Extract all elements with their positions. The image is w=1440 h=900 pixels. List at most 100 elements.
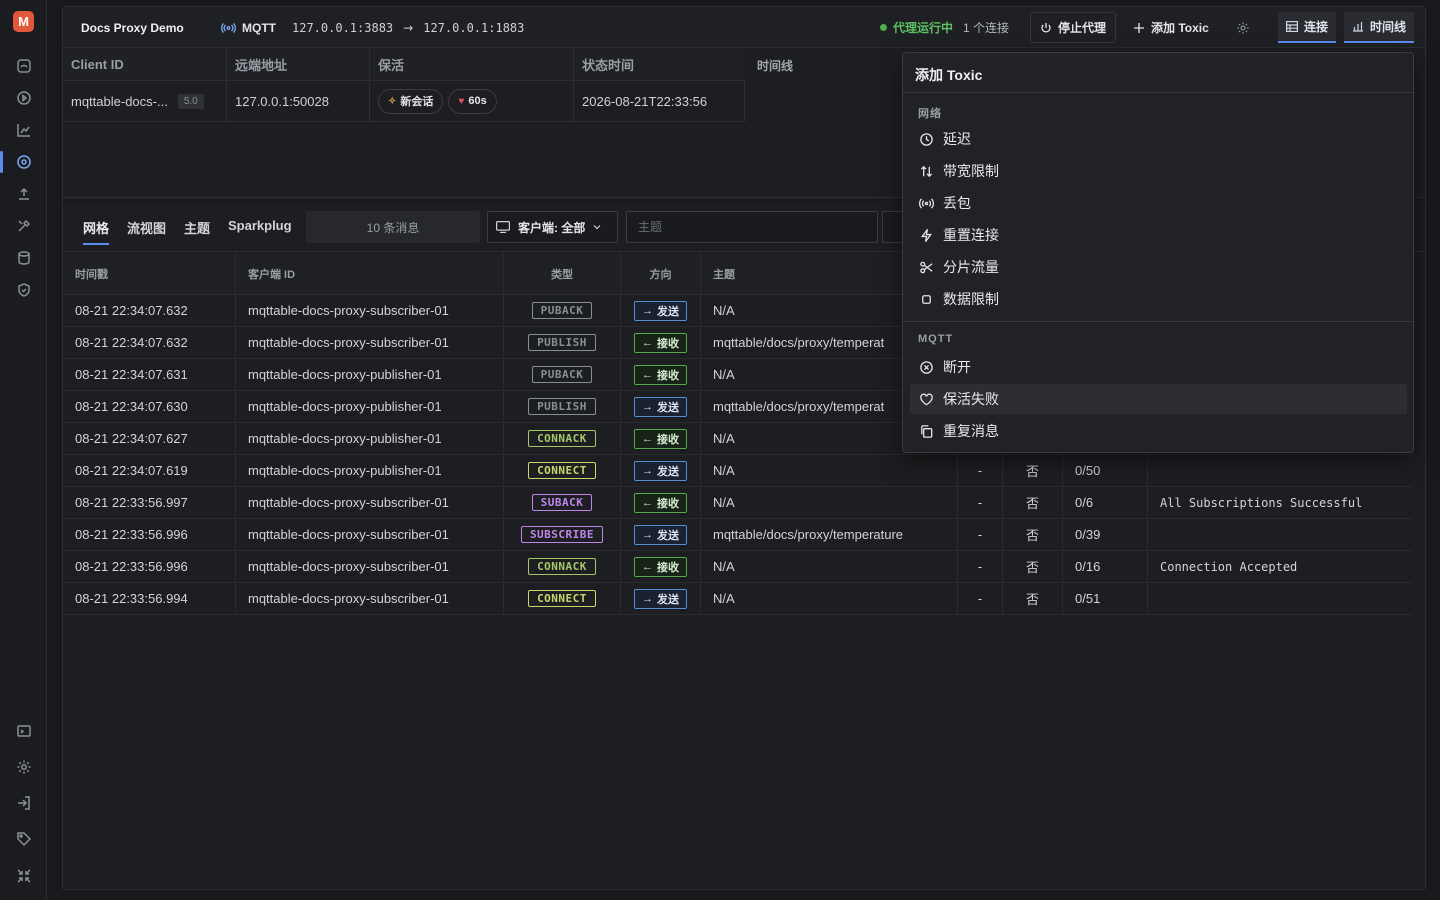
- settings-icon[interactable]: [12, 755, 36, 779]
- timestamp-cell: 08-21 22:33:56.996: [63, 519, 236, 550]
- tab-connections[interactable]: 连接: [1278, 12, 1337, 43]
- topbar-settings-icon[interactable]: [1236, 7, 1250, 48]
- direction-cell: ← 接收: [621, 551, 701, 582]
- retain-cell: 否: [1003, 455, 1063, 486]
- proxy-icon[interactable]: [12, 150, 36, 174]
- table-row[interactable]: 08-21 22:34:07.619 mqttable-docs-proxy-pu…: [63, 455, 1413, 487]
- timestamp-cell: 08-21 22:33:56.994: [63, 583, 236, 614]
- col-direction[interactable]: 方向: [621, 253, 701, 294]
- menu-item-slice-traffic[interactable]: 分片流量: [910, 252, 1407, 282]
- heart-icon: [920, 393, 933, 405]
- arrow-left-icon: ←: [642, 336, 653, 349]
- direction-label: 接收: [657, 433, 679, 446]
- timestamp-cell: 08-21 22:33:56.996: [63, 551, 236, 582]
- client-filter-select[interactable]: 客户端: 全部: [487, 211, 618, 243]
- shield-icon[interactable]: [12, 278, 36, 302]
- chart-icon[interactable]: [12, 118, 36, 142]
- stop-proxy-button[interactable]: 停止代理: [1030, 12, 1117, 43]
- topic-cell: N/A: [701, 551, 958, 582]
- arrow-left-icon: ←: [642, 496, 653, 509]
- publish-icon[interactable]: [12, 182, 36, 206]
- terminal-icon[interactable]: [12, 719, 36, 743]
- arrow-right-icon: →: [642, 304, 653, 317]
- menu-item-reset-connection[interactable]: 重置连接: [910, 220, 1407, 250]
- detail-cell: [1148, 519, 1413, 550]
- direction-send-badge: → 发送: [634, 460, 687, 481]
- col-timestamp[interactable]: 时间戳: [63, 253, 236, 294]
- square-icon: [922, 294, 931, 304]
- direction-label: 发送: [657, 305, 679, 318]
- session-pill-label: 新会话: [400, 96, 434, 108]
- menu-item-disconnect[interactable]: 断开: [910, 352, 1407, 382]
- direction-send-badge: → 发送: [634, 300, 687, 321]
- col-remote[interactable]: 远端地址: [227, 48, 370, 80]
- type-cell: PUBLISH: [504, 391, 621, 422]
- direction-cell: → 发送: [621, 391, 701, 422]
- connection-count: 1 个连接: [963, 21, 1010, 35]
- qos-cell: -: [958, 455, 1003, 486]
- retain-cell: 否: [1003, 583, 1063, 614]
- tab-grid[interactable]: 网格: [83, 218, 110, 245]
- col-client-id[interactable]: Client ID: [63, 48, 227, 80]
- table-row[interactable]: 08-21 22:33:56.996 mqttable-docs-proxy-su…: [63, 519, 1413, 551]
- client-id-cell: mqttable-docs-proxy-subscriber-01: [236, 519, 504, 550]
- direction-cell: ← 接收: [621, 423, 701, 454]
- menu-divider: [903, 321, 1413, 322]
- play-icon[interactable]: [12, 86, 36, 110]
- type-badge: PUBACK: [531, 366, 593, 383]
- arrow-left-icon: ←: [642, 560, 653, 573]
- menu-item-bandwidth[interactable]: 带宽限制: [910, 156, 1407, 186]
- tab-flow[interactable]: 流视图: [127, 218, 166, 237]
- menu-item-label: 重复消息: [943, 423, 999, 439]
- tab-timeline[interactable]: 时间线: [1344, 12, 1415, 43]
- table-row[interactable]: 08-21 22:33:56.996 mqttable-docs-proxy-su…: [63, 551, 1413, 583]
- type-cell: PUBLISH: [504, 327, 621, 358]
- database-icon[interactable]: [12, 246, 36, 270]
- tag-icon[interactable]: [12, 827, 36, 851]
- menu-item-duplicate-message[interactable]: 重复消息: [910, 416, 1407, 446]
- tab-timeline-label: 时间线: [1370, 20, 1407, 34]
- type-badge: PUBLISH: [528, 334, 596, 351]
- broadcast-icon: [221, 22, 236, 33]
- menu-item-keepalive-fail[interactable]: 保活失败: [910, 384, 1407, 414]
- direction-label: 接收: [657, 337, 679, 350]
- add-toxic-button[interactable]: 添加 Toxic: [1124, 12, 1218, 43]
- left-rail: M: [0, 0, 47, 900]
- col-type[interactable]: 类型: [504, 253, 621, 294]
- topic-cell: N/A: [701, 487, 958, 518]
- connections-icon[interactable]: [12, 54, 36, 78]
- qos-cell: -: [958, 487, 1003, 518]
- tools-icon[interactable]: [12, 214, 36, 238]
- top-bar: Docs Proxy Demo MQTT 127.0.0.1:3883 → 12…: [63, 7, 1425, 48]
- timestamp-cell: 08-21 22:34:07.632: [63, 295, 236, 326]
- timestamp-cell: 08-21 22:34:07.631: [63, 359, 236, 390]
- size-cell: 0/50: [1063, 455, 1148, 486]
- col-keepalive[interactable]: 保活: [370, 48, 574, 80]
- retain-cell: 否: [1003, 551, 1063, 582]
- login-icon[interactable]: [12, 791, 36, 815]
- qos-cell: -: [958, 519, 1003, 550]
- direction-send-badge: → 发送: [634, 396, 687, 417]
- table-row[interactable]: 08-21 22:33:56.997 mqttable-docs-proxy-su…: [63, 487, 1413, 519]
- menu-item-data-limit[interactable]: 数据限制: [910, 284, 1407, 314]
- listen-address: 127.0.0.1:3883: [292, 20, 394, 35]
- collapse-icon[interactable]: [12, 864, 36, 888]
- col-client-id[interactable]: 客户端 ID: [236, 253, 504, 294]
- app-logo[interactable]: M: [13, 11, 34, 32]
- tab-topics[interactable]: 主题: [184, 218, 210, 237]
- protocol-indicator: MQTT: [221, 7, 276, 48]
- menu-item-label: 丢包: [943, 195, 971, 211]
- menu-item-packet-loss[interactable]: 丢包: [910, 188, 1407, 218]
- client-row[interactable]: mqttable-docs-... 5.0 127.0.0.1:50028 ✧ 新…: [63, 81, 745, 122]
- client-id-cell: mqttable-docs-proxy-publisher-01: [236, 423, 504, 454]
- col-state-time[interactable]: 状态时间: [574, 48, 745, 80]
- menu-item-label: 带宽限制: [943, 163, 999, 179]
- remote-address: 127.0.0.1:50028: [227, 81, 370, 121]
- menu-item-latency[interactable]: 延迟: [910, 124, 1407, 154]
- table-row[interactable]: 08-21 22:33:56.994 mqttable-docs-proxy-su…: [63, 583, 1413, 615]
- status-dot: [880, 24, 887, 31]
- direction-label: 接收: [657, 497, 679, 510]
- direction-cell: → 发送: [621, 519, 701, 550]
- topic-filter-input[interactable]: [626, 211, 878, 243]
- tab-sparkplug[interactable]: Sparkplug: [228, 218, 292, 233]
